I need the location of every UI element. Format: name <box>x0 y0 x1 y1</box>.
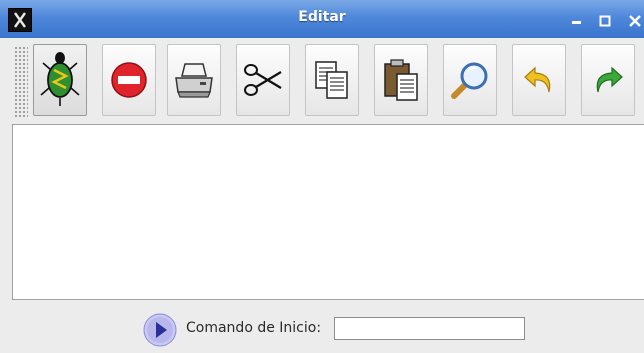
copy-icon <box>315 61 348 99</box>
cut-button[interactable] <box>236 44 290 116</box>
play-icon <box>143 313 177 347</box>
redo-icon <box>596 66 623 93</box>
redo-button[interactable] <box>581 44 635 116</box>
run-button[interactable] <box>142 312 178 348</box>
turtle-button[interactable] <box>33 44 87 116</box>
maximize-icon[interactable] <box>598 13 612 27</box>
close-icon[interactable] <box>628 13 642 27</box>
turtle-icon <box>40 52 80 106</box>
editor-text-area[interactable] <box>12 124 644 300</box>
start-command-input[interactable] <box>334 317 525 340</box>
scissors-icon <box>244 64 282 96</box>
paste-icon <box>384 59 418 101</box>
bottom-bar: Comando de Inicio: <box>0 300 644 353</box>
toolbar-grip[interactable] <box>14 46 28 118</box>
toolbar <box>0 38 644 124</box>
start-command-label: Comando de Inicio: <box>186 320 322 336</box>
minimize-icon[interactable] <box>570 13 584 27</box>
undo-icon <box>524 66 551 93</box>
magnifier-icon <box>451 62 488 99</box>
editor-window: Editar Comando de Inicio: <box>0 0 644 353</box>
copy-button[interactable] <box>305 44 359 116</box>
stop-icon <box>111 62 147 98</box>
undo-button[interactable] <box>512 44 566 116</box>
stop-button[interactable] <box>102 44 156 116</box>
window-title: Editar <box>298 9 346 25</box>
find-button[interactable] <box>443 44 497 116</box>
printer-icon <box>175 63 213 98</box>
paste-button[interactable] <box>374 44 428 116</box>
title-bar[interactable]: Editar <box>0 0 644 38</box>
print-button[interactable] <box>167 44 221 116</box>
